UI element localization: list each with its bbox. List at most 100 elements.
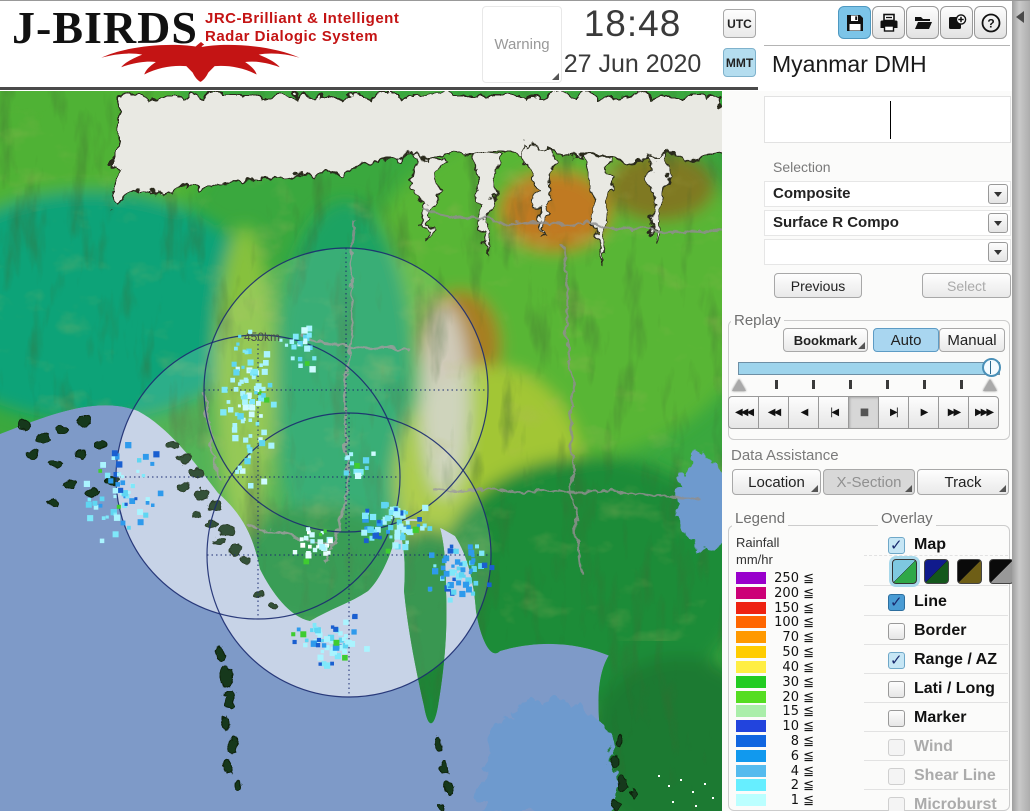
add-image-icon[interactable] — [940, 6, 973, 39]
station-input[interactable] — [764, 96, 1011, 143]
previous-button[interactable]: Previous — [774, 273, 862, 298]
echo-cell — [249, 399, 255, 405]
track-button[interactable]: Track — [917, 469, 1009, 495]
overlay-item-wind[interactable]: Wind — [888, 736, 953, 758]
replay-progress-slider[interactable] — [738, 362, 1000, 375]
legend-value: 30 ≦ — [782, 674, 814, 690]
play-reverse-button[interactable]: ◀ — [788, 396, 819, 429]
open-folder-icon[interactable] — [906, 6, 939, 39]
echo-cell — [310, 539, 315, 544]
echo-cell — [243, 437, 249, 443]
echo-cell — [328, 538, 333, 544]
overlay-item-microburst[interactable]: Microburst — [888, 794, 997, 811]
overlay-item-map[interactable]: ✓ Map — [888, 534, 946, 556]
overlay-item-label: Wind — [914, 738, 953, 755]
legend-value: 250 ≦ — [774, 571, 814, 586]
echo-cell — [100, 462, 106, 468]
echo-cell — [244, 378, 249, 383]
echo-cell — [221, 386, 228, 393]
style-navy-darkgreen-swatch[interactable] — [924, 559, 949, 584]
echo-cell — [447, 597, 453, 603]
logo-tagline-1: JRC-Brilliant & Intelligent — [205, 10, 400, 27]
marker-checkbox[interactable] — [888, 709, 905, 727]
microburst-checkbox[interactable] — [888, 796, 905, 811]
echo-cell — [456, 566, 461, 571]
step-forward-button[interactable]: ▶| — [878, 396, 909, 429]
echo-cell — [236, 342, 240, 346]
echo-cell — [235, 469, 240, 474]
slider-start-marker[interactable] — [732, 379, 746, 391]
echo-cell — [261, 429, 267, 436]
fast-forward-3-button[interactable]: ▶▶▶ — [968, 396, 999, 429]
panel-collapse-strip[interactable] — [1012, 1, 1030, 811]
help-icon[interactable]: ? — [974, 6, 1007, 39]
echo-cell — [312, 622, 317, 627]
border-checkbox[interactable] — [888, 622, 905, 640]
echo-cell — [469, 568, 473, 573]
map-canvas[interactable]: 450km — [0, 91, 722, 811]
line-checkbox[interactable]: ✓ — [888, 593, 905, 611]
overlay-item-lati-long[interactable]: Lati / Long — [888, 678, 995, 700]
echo-cell — [246, 444, 251, 449]
select-button[interactable]: Select — [922, 273, 1011, 298]
lati-long-checkbox[interactable] — [888, 680, 905, 698]
echo-cell — [226, 400, 231, 404]
range-az-checkbox[interactable]: ✓ — [888, 651, 905, 669]
fast-rewind-2-button[interactable]: ◀◀ — [758, 396, 789, 429]
step-back-button[interactable]: |◀ — [818, 396, 849, 429]
style-black-gray-swatch[interactable] — [989, 559, 1014, 584]
location-button[interactable]: Location — [732, 469, 821, 495]
echo-cell — [270, 401, 277, 408]
dropdown-product-type[interactable]: Composite — [764, 181, 1011, 207]
save-icon[interactable] — [838, 6, 871, 39]
echo-cell — [252, 368, 258, 375]
fast-forward-2-button[interactable]: ▶▶ — [938, 396, 969, 429]
x-section-button[interactable]: X-Section — [823, 469, 915, 495]
overlay-item-border[interactable]: Border — [888, 620, 966, 642]
dropdown-product-option[interactable] — [764, 239, 1011, 265]
overlay-item-range-az[interactable]: ✓ Range / AZ — [888, 649, 997, 671]
echo-cell — [333, 626, 339, 632]
bookmark-button[interactable]: Bookmark — [783, 328, 868, 352]
style-blue-green-swatch[interactable] — [892, 559, 917, 584]
echo-cell — [304, 638, 309, 643]
echo-cell — [330, 661, 334, 666]
echo-cell — [324, 662, 331, 669]
timezone-utc-button[interactable]: UTC — [723, 9, 756, 38]
echo-cell — [150, 461, 155, 466]
stop-button[interactable]: ■ — [848, 396, 879, 429]
chevron-down-icon[interactable] — [988, 184, 1008, 204]
echo-cell — [303, 338, 308, 343]
echo-cell — [259, 363, 263, 367]
map-checkbox[interactable]: ✓ — [888, 536, 905, 554]
chevron-down-icon[interactable] — [988, 213, 1008, 233]
auto-mode-button[interactable]: Auto — [873, 328, 939, 352]
echo-cell — [259, 440, 266, 447]
echo-cell — [261, 478, 268, 485]
echo-cell — [312, 547, 318, 553]
echo-cell — [405, 520, 410, 525]
overlay-item-shear-line[interactable]: Shear Line — [888, 765, 996, 787]
print-icon[interactable] — [872, 6, 905, 39]
echo-cell — [312, 356, 317, 361]
style-black-olive-swatch[interactable] — [957, 559, 982, 584]
manual-mode-button[interactable]: Manual — [939, 328, 1005, 352]
legend-color-swatch — [736, 586, 766, 599]
echo-cell — [389, 510, 394, 515]
shear-line-checkbox[interactable] — [888, 767, 905, 785]
slider-end-marker[interactable] — [983, 379, 997, 391]
wind-checkbox[interactable] — [888, 738, 905, 756]
echo-cell — [289, 339, 295, 344]
toolbar: ? — [838, 6, 1007, 39]
fast-rewind-3-button[interactable]: ◀◀◀ — [728, 396, 759, 429]
replay-slider-handle[interactable] — [982, 358, 1001, 377]
overlay-item-line[interactable]: ✓ Line — [888, 591, 947, 613]
play-button[interactable]: ▶ — [908, 396, 939, 429]
chevron-down-icon[interactable] — [988, 242, 1008, 262]
overlay-item-marker[interactable]: Marker — [888, 707, 966, 729]
echo-cell — [87, 515, 94, 522]
echo-cell — [233, 369, 240, 376]
dropdown-product-name[interactable]: Surface R Compo — [764, 210, 1011, 236]
timezone-mmt-button[interactable]: MMT — [723, 48, 756, 77]
echo-cell — [241, 365, 245, 369]
